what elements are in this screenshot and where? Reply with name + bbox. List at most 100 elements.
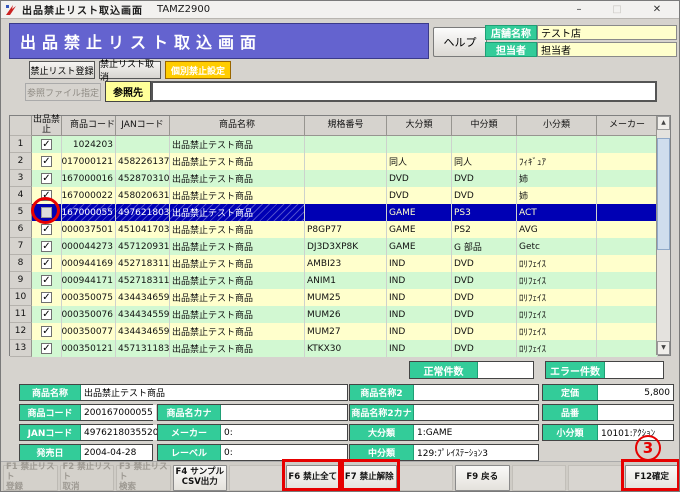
cell-middle-category: PS3	[452, 204, 517, 221]
cell-product-name: 出品禁止テスト商品	[170, 221, 305, 238]
row-number: 10	[10, 289, 32, 306]
prohibit-checkbox[interactable]	[41, 207, 52, 218]
table-row[interactable]: 9✓2830009441714527183119269出品禁止テスト商品ANIM…	[10, 272, 670, 289]
cell-minor-category: ACT	[517, 204, 597, 221]
cell-product-name: 出品禁止テスト商品	[170, 187, 305, 204]
major-category-field[interactable]: 1:GAME	[414, 425, 538, 440]
scroll-down-icon[interactable]: ▼	[657, 341, 670, 355]
table-row[interactable]: 6✓2880000375014510417031321出品禁止テスト商品P8GP…	[10, 221, 670, 238]
close-button[interactable]: ✕	[643, 1, 671, 19]
cell-major-category: IND	[387, 323, 452, 340]
table-row[interactable]: 1✓1024203出品禁止テスト商品	[10, 136, 670, 153]
table-row[interactable]: 52001670000554976218035520出品禁止テスト商品GAMEP…	[10, 204, 670, 221]
cell-product-name: 出品禁止テスト商品	[170, 204, 305, 221]
table-row[interactable]: 10✓2830003500754344346599319出品禁止テスト商品MUM…	[10, 289, 670, 306]
checkbox-cell: ✓	[32, 340, 62, 357]
cell-minor-category: ﾌｨｷﾞｭｱ	[517, 153, 597, 170]
product-name-field[interactable]: 出品禁止テスト商品	[81, 385, 347, 400]
release-date-field[interactable]: 2004-04-28	[81, 445, 152, 460]
table-row[interactable]: 2✓2000170001214582261371076出品禁止テスト商品同人同人…	[10, 153, 670, 170]
cell-jan-code: 4582261371076	[116, 153, 170, 170]
product-kana-label: 商品名カナ	[158, 405, 221, 420]
help-button[interactable]: ヘルプ	[433, 27, 487, 57]
header-maker: メーカー	[597, 116, 658, 136]
row-number: 2	[10, 153, 32, 170]
table-row[interactable]: 11✓2830003500764344345599326出品禁止テスト商品MUM…	[10, 306, 670, 323]
prohibit-checkbox[interactable]: ✓	[41, 292, 52, 303]
part-number-field[interactable]	[598, 405, 673, 420]
table-row[interactable]: 3✓2001670000164528703100903出品禁止テスト商品DVDD…	[10, 170, 670, 187]
fkey-f1-prohibit-list-register: F1 禁止リスト登録	[3, 465, 58, 491]
cell-product-code: 200167000016	[62, 170, 116, 187]
maker-field[interactable]: 0:	[221, 425, 347, 440]
cell-jan-code: 4571209313803	[116, 238, 170, 255]
cell-product-code: 1024203	[62, 136, 116, 153]
prohibit-checkbox[interactable]: ✓	[41, 173, 52, 184]
error-count-value	[605, 362, 663, 378]
scrollbar-thumb[interactable]	[657, 138, 670, 250]
minimize-button[interactable]: –	[565, 1, 593, 19]
label-field[interactable]: 0:	[221, 445, 347, 460]
middle-category-label: 中分類	[350, 445, 414, 460]
prohibit-checkbox[interactable]: ✓	[41, 275, 52, 286]
prohibit-checkbox[interactable]: ✓	[41, 139, 52, 150]
fkey-f7-prohibit-clear[interactable]: F7 禁止解除	[342, 465, 397, 491]
header-standard-number: 規格番号	[305, 116, 387, 136]
cell-jan-code	[116, 136, 170, 153]
cell-major-category	[387, 136, 452, 153]
staff-label: 担当者	[485, 42, 537, 57]
prohibit-checkbox[interactable]: ✓	[41, 156, 52, 167]
cell-standard-number	[305, 136, 387, 153]
prohibit-checkbox[interactable]: ✓	[41, 190, 52, 201]
prohibit-checkbox[interactable]: ✓	[41, 343, 52, 354]
prohibit-checkbox[interactable]: ✓	[41, 309, 52, 320]
cell-middle-category: DVD	[452, 306, 517, 323]
product-code-field[interactable]: 200167000055	[81, 405, 156, 420]
list-price-field[interactable]: 5,800	[598, 385, 673, 400]
cell-product-code: 200017000121	[62, 153, 116, 170]
prohibit-checkbox[interactable]: ✓	[41, 326, 52, 337]
table-row[interactable]: 7✓2880000442734571209313803出品禁止テスト商品DJ3D…	[10, 238, 670, 255]
cell-product-code: 283000350121	[62, 340, 116, 357]
product-name2-field[interactable]	[414, 385, 538, 400]
middle-category-field[interactable]: 129:ﾌﾟﾚｲｽﾃｰｼｮﾝ3	[414, 445, 538, 460]
fkey-f12-confirm[interactable]: F12確定	[625, 465, 680, 491]
fkey-bar: F1 禁止リスト登録F2 禁止リスト取消F3 禁止リスト検索F4 サンプルCSV…	[1, 461, 680, 492]
table-row[interactable]: 12✓2830003500774344346599333出品禁止テスト商品MUM…	[10, 323, 670, 340]
scroll-up-icon[interactable]: ▲	[657, 116, 670, 130]
cell-jan-code: 4528703100903	[116, 170, 170, 187]
row-number: 12	[10, 323, 32, 340]
row-number: 13	[10, 340, 32, 357]
reference-file-label: 参照ファイル指定	[25, 83, 101, 101]
tab-prohibit-list-register[interactable]: 禁止リスト登録	[29, 61, 95, 79]
cell-standard-number	[305, 204, 387, 221]
row-number: 3	[10, 170, 32, 187]
product-name2-kana-field[interactable]	[414, 405, 538, 420]
fkey-f6-prohibit-all[interactable]: F6 禁止全て	[286, 465, 341, 491]
cell-product-code: 283000350076	[62, 306, 116, 323]
table-row[interactable]: 4✓2001670000224580206310357出品禁止テスト商品DVDD…	[10, 187, 670, 204]
browse-button[interactable]: 参照先	[105, 81, 151, 102]
tab-individual-prohibit-setting[interactable]: 個別禁止設定	[165, 61, 231, 79]
table-row[interactable]: 13✓2830003501214571311831213出品禁止テスト商品KTK…	[10, 340, 670, 357]
cell-major-category: IND	[387, 255, 452, 272]
checkbox-cell: ✓	[32, 272, 62, 289]
prohibit-checkbox[interactable]: ✓	[41, 224, 52, 235]
product-kana-field[interactable]	[221, 405, 347, 420]
fkey-f9-back[interactable]: F9 戻る	[455, 465, 510, 491]
prohibit-checkbox[interactable]: ✓	[41, 241, 52, 252]
table-row[interactable]: 8✓2830009441694527183118276出品禁止テスト商品AMBI…	[10, 255, 670, 272]
app-icon	[5, 4, 17, 16]
cell-jan-code: 4344346599319	[116, 289, 170, 306]
fkey-f4-sample-csv-output[interactable]: F4 サンプルCSV出力	[173, 465, 228, 491]
cell-maker	[597, 204, 658, 221]
tab-prohibit-list-cancel[interactable]: 禁止リスト取消	[99, 61, 161, 79]
jan-code-field[interactable]: 4976218035520	[81, 425, 161, 440]
cell-minor-category: ﾛﾘﾌｪｲｽ	[517, 340, 597, 357]
file-path-input[interactable]	[151, 81, 657, 102]
table-scrollbar[interactable]: ▲ ▼	[656, 116, 670, 355]
minor-category-field[interactable]: 10101:ｱｸｼｮﾝ	[598, 425, 673, 440]
checkbox-cell: ✓	[32, 221, 62, 238]
prohibit-checkbox[interactable]: ✓	[41, 258, 52, 269]
cell-product-code: 288000037501	[62, 221, 116, 238]
